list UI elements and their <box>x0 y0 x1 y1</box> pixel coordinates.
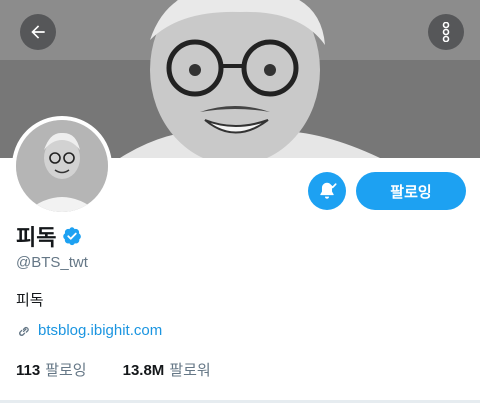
verified-badge-icon <box>62 226 82 246</box>
followers-label: 팔로워 <box>169 362 211 379</box>
more-vertical-icon <box>442 22 450 42</box>
more-options-button[interactable] <box>428 14 464 50</box>
following-stat[interactable]: 113 팔로잉 <box>16 359 87 380</box>
bell-check-icon <box>320 182 337 199</box>
profile-avatar[interactable] <box>12 116 112 216</box>
notifications-button[interactable] <box>308 172 346 210</box>
follow-stats: 113 팔로잉 13.8M 팔로워 <box>16 359 211 380</box>
arrow-left-icon <box>31 25 45 39</box>
user-handle: @BTS_twt <box>16 254 88 271</box>
following-label: 팔로잉 <box>45 362 87 379</box>
link-icon <box>16 323 32 339</box>
avatar-photo <box>16 120 108 212</box>
profile-url[interactable]: btsblog.ibighit.com <box>38 322 162 339</box>
followers-count: 13.8M <box>122 362 165 379</box>
back-button[interactable] <box>20 14 56 50</box>
followers-stat[interactable]: 13.8M 팔로워 <box>123 359 211 380</box>
profile-bio: 피독 <box>16 292 44 309</box>
name-row: 피독 <box>16 220 82 252</box>
profile-link[interactable]: btsblog.ibighit.com <box>16 322 162 339</box>
following-count: 113 <box>16 362 41 379</box>
display-name: 피독 <box>16 225 57 250</box>
following-button[interactable]: 팔로잉 <box>356 172 466 210</box>
